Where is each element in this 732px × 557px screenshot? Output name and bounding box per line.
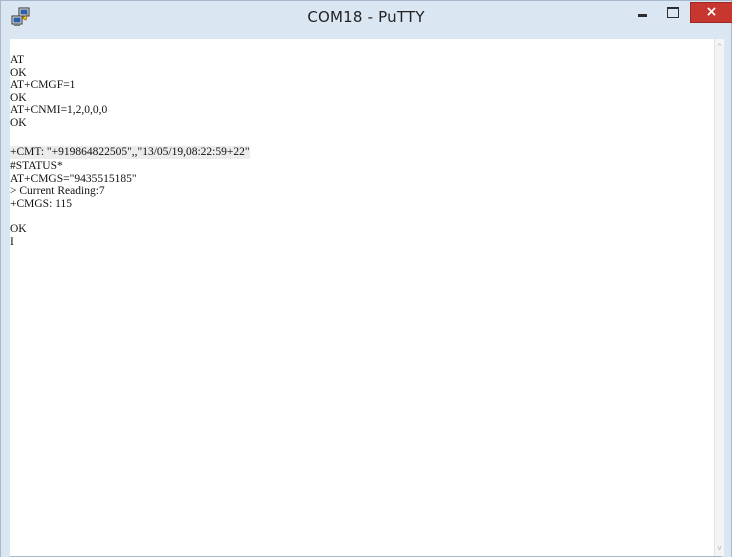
terminal-line: OK [10,91,27,104]
terminal-line: OK [10,116,27,129]
terminal-output: AT OK AT+CMGF=1 OK AT+CNMI=1,2,0,0,0 OK … [10,54,250,248]
maximize-icon [667,7,679,18]
window-title: COM18 - PuTTY [307,8,425,26]
minimize-icon [638,14,647,17]
minimize-button[interactable] [627,2,657,23]
putty-window: COM18 - PuTTY × AT OK AT+CMGF=1 OK AT+CN… [0,0,732,557]
title-bar[interactable]: COM18 - PuTTY × [1,1,732,39]
close-icon: × [705,4,718,20]
vertical-scrollbar[interactable]: ^ v [714,39,724,556]
terminal-line: OK [10,223,27,236]
terminal-line: #STATUS* [10,160,63,173]
maximize-button[interactable] [658,2,688,23]
terminal-line: AT [10,54,25,66]
terminal-line: +CMGS: 115 [10,197,72,210]
window-frame-left [1,39,10,557]
terminal-line: > Current Reading:7 [10,185,105,198]
scroll-down-arrow-icon[interactable]: v [715,542,724,554]
terminal-line-highlighted: +CMT: "+919864822505",,"13/05/19,08:22:5… [10,146,250,159]
terminal-line: OK [10,66,27,79]
terminal-area[interactable]: AT OK AT+CMGF=1 OK AT+CNMI=1,2,0,0,0 OK … [10,39,714,556]
terminal-cursor-line: I [10,235,14,248]
terminal-line: AT+CMGF=1 [10,79,76,92]
terminal-line: AT+CNMI=1,2,0,0,0 [10,104,108,117]
close-button[interactable]: × [690,2,732,23]
terminal-line: AT+CMGS="9435515185" [10,172,137,185]
scroll-up-arrow-icon[interactable]: ^ [715,41,724,53]
